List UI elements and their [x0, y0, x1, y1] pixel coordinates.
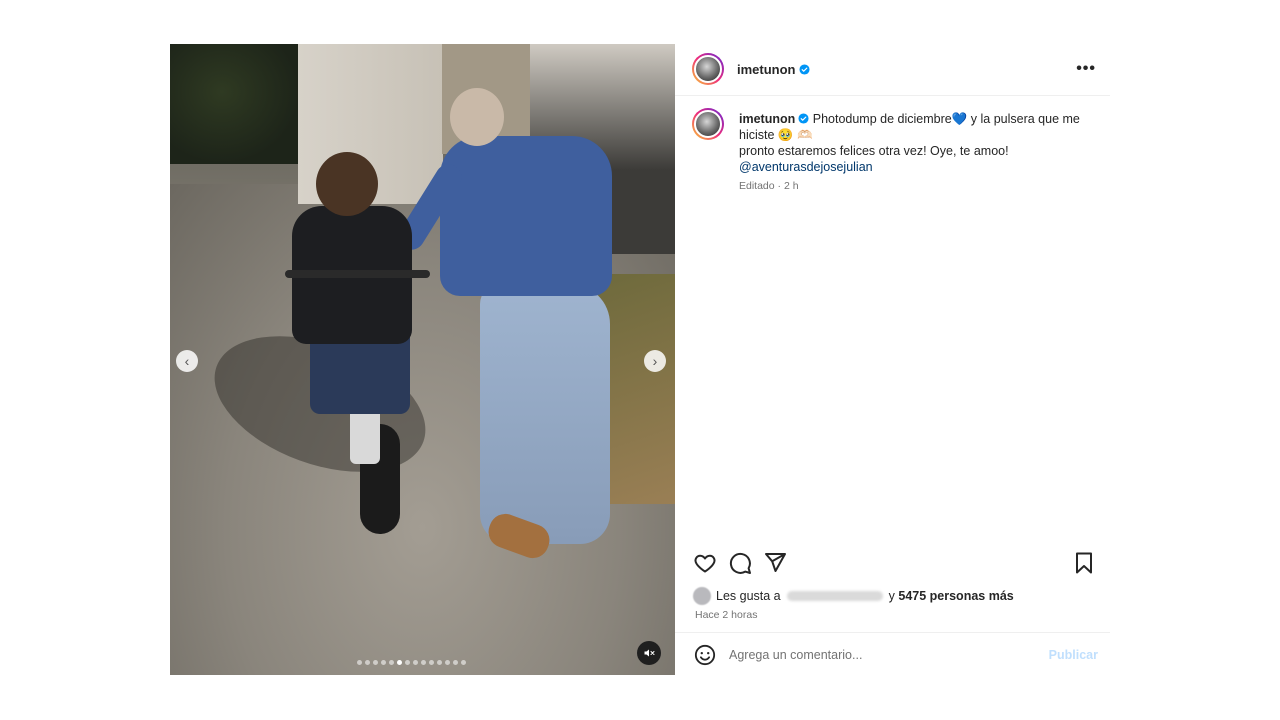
caption-meta: Editado · 2 h [739, 180, 799, 192]
carousel-dot [461, 660, 466, 665]
mute-toggle-button[interactable] [637, 641, 661, 665]
carousel-dot [437, 660, 442, 665]
carousel-dot [357, 660, 362, 665]
comment-composer: Publicar [675, 632, 1110, 675]
likes-count-link[interactable]: 5475 personas más [898, 589, 1013, 603]
video-frame-man-torso [440, 136, 612, 296]
speaker-muted-icon [644, 649, 655, 657]
carousel-dot [365, 660, 370, 665]
more-options-button[interactable]: ••• [1076, 60, 1096, 78]
carousel-dot [373, 660, 378, 665]
video-frame-trees [170, 44, 300, 164]
caption-mention-link[interactable]: @aventurasdejosejulian [739, 160, 873, 174]
post-caption: imetunon Photodump de diciembre💙 y la pu… [739, 111, 1099, 175]
author-username[interactable]: imetunon [737, 62, 810, 77]
carousel-dot [421, 660, 426, 665]
post-actions [675, 549, 1110, 579]
carousel-dot [413, 660, 418, 665]
carousel-dot [429, 660, 434, 665]
carousel-dot [453, 660, 458, 665]
comment-input[interactable] [729, 645, 1029, 665]
bookmark-icon[interactable] [1072, 551, 1096, 575]
post-header: imetunon ••• [675, 44, 1110, 96]
video-frame-bike-handlebar [285, 270, 430, 278]
share-paper-plane-icon[interactable] [763, 551, 787, 575]
video-frame-man-head [450, 88, 504, 146]
carousel-dot-active [397, 660, 402, 665]
liker-avatar[interactable] [693, 587, 711, 605]
blurred-liker-name [786, 591, 883, 601]
emoji-picker-icon[interactable] [694, 644, 716, 666]
comment-icon[interactable] [728, 551, 752, 575]
video-frame-child-head [316, 152, 378, 216]
verified-badge-icon [798, 113, 809, 124]
video-frame-man-legs [480, 284, 610, 544]
post-media-video[interactable]: ‹ › [170, 44, 675, 675]
author-avatar[interactable] [692, 53, 724, 85]
carousel-dot [381, 660, 386, 665]
chevron-right-icon: › [652, 353, 658, 369]
carousel-dot [445, 660, 450, 665]
carousel-next-button[interactable]: › [644, 350, 666, 372]
caption-author-avatar[interactable] [692, 108, 724, 140]
likes-summary: Les gusta a y 5475 personas más [693, 587, 1014, 605]
carousel-dot [405, 660, 410, 665]
likes-suffix: y [888, 589, 895, 603]
heart-icon[interactable] [693, 551, 717, 575]
caption-text-line2: pronto estaremos felices otra vez! Oye, … [739, 144, 1009, 158]
instagram-post: ‹ › imetunon ••• imetunon Photodump de d… [170, 44, 1110, 675]
post-timestamp: Hace 2 horas [695, 609, 758, 621]
publish-comment-button[interactable]: Publicar [1049, 648, 1098, 662]
carousel-prev-button[interactable]: ‹ [176, 350, 198, 372]
post-side-panel: imetunon ••• imetunon Photodump de dicie… [675, 44, 1110, 675]
heart-emoji: 💙 [951, 112, 968, 126]
heart-hands-emoji: 🫶🏻 [796, 128, 813, 142]
caption-username[interactable]: imetunon [739, 112, 809, 126]
likes-prefix: Les gusta a [716, 589, 781, 603]
chevron-left-icon: ‹ [184, 353, 190, 369]
carousel-dot [389, 660, 394, 665]
verified-badge-icon [798, 64, 810, 75]
caption-text-part1: Photodump de diciembre [812, 112, 952, 126]
carousel-indicator [357, 660, 466, 665]
pleading-face-emoji: 🥹 [777, 128, 794, 142]
